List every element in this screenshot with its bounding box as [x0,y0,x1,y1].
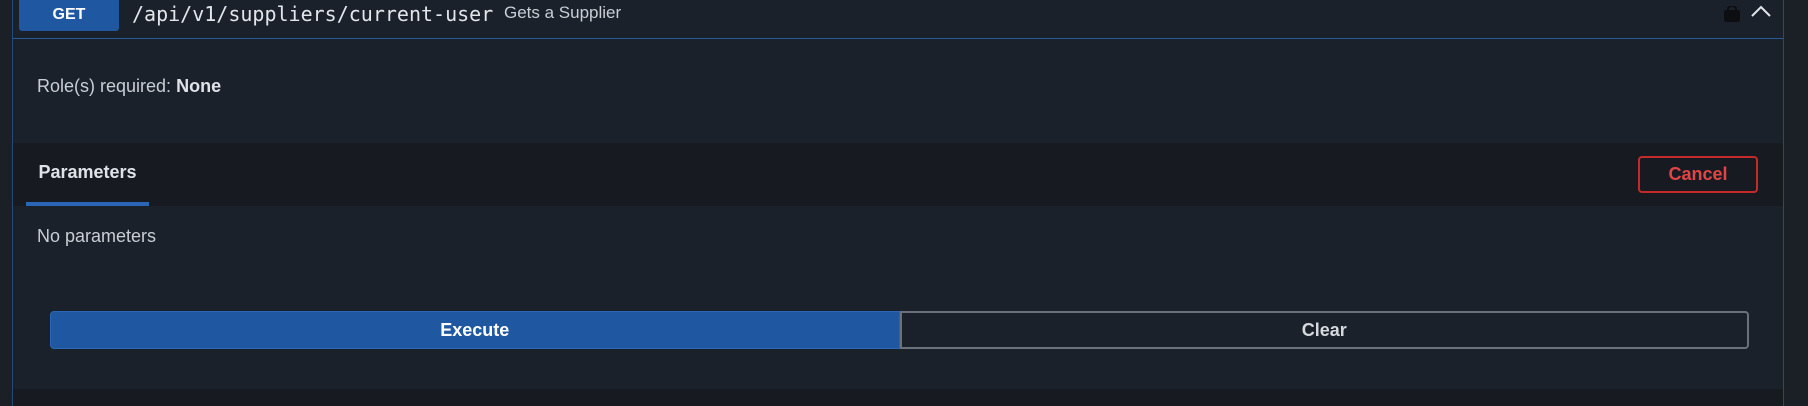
chevron-up-icon[interactable] [1749,2,1773,20]
parameters-header: Parameters Cancel [13,143,1783,206]
clear-button[interactable]: Clear [899,311,1749,349]
roles-value: None [176,76,222,96]
operation-block: GET /api/v1/suppliers/current-user Gets … [12,0,1784,406]
endpoint-path[interactable]: /api/v1/suppliers/current-user [132,2,493,26]
endpoint-description: Gets a Supplier [504,3,622,22]
tab-parameters[interactable]: Parameters [26,143,149,206]
cancel-button[interactable]: Cancel [1638,156,1758,193]
roles-required: Role(s) required: None [37,76,221,97]
lock-icon[interactable] [1723,5,1741,22]
execute-wrapper: Execute Clear [50,311,1749,349]
operation-summary[interactable]: GET /api/v1/suppliers/current-user Gets … [13,0,1783,39]
responses-header-edge [13,389,1783,406]
execute-button[interactable]: Execute [50,311,900,349]
no-parameters-text: No parameters [37,226,157,246]
roles-label: Role(s) required: [37,76,172,96]
http-method-badge: GET [19,0,119,31]
